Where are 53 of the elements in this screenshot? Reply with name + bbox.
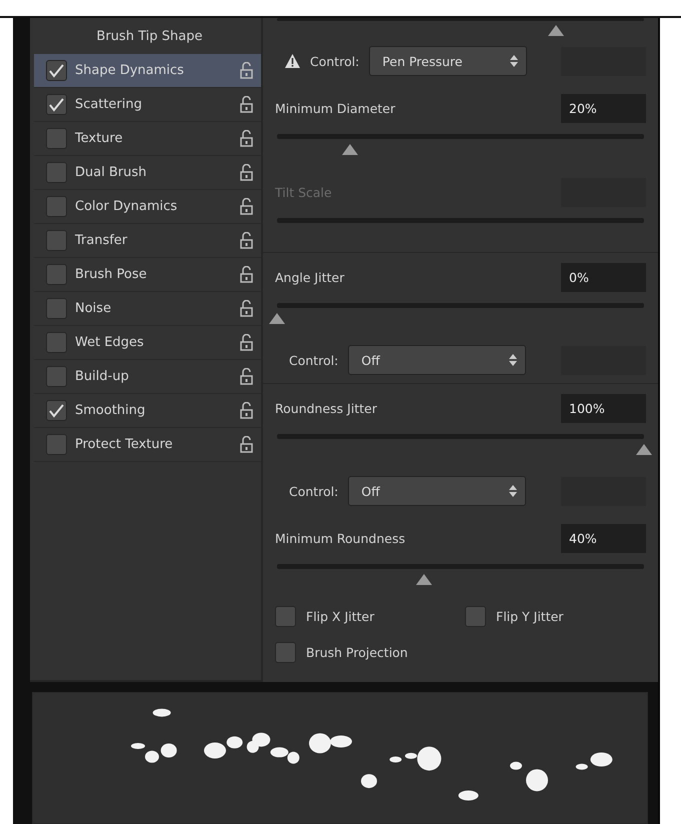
value-field[interactable]: 40% xyxy=(561,524,646,552)
checkbox[interactable] xyxy=(46,366,67,387)
control-label: Control: xyxy=(289,352,338,368)
unlocked-padlock-icon[interactable] xyxy=(240,232,253,249)
unlocked-padlock-icon[interactable] xyxy=(240,266,253,283)
checkbox[interactable] xyxy=(46,332,67,353)
unlocked-padlock-icon[interactable] xyxy=(240,436,253,453)
value-field[interactable]: 100% xyxy=(561,394,646,422)
checkbox-label[interactable]: Brush Projection xyxy=(306,644,408,660)
control-label: Control: xyxy=(310,54,360,68)
checkbox[interactable] xyxy=(46,196,67,217)
slider-label: Roundness Jitter xyxy=(275,400,377,416)
control-label: Control: xyxy=(289,484,338,498)
checkbox[interactable] xyxy=(46,94,67,115)
checkbox[interactable] xyxy=(46,400,67,421)
checkbox[interactable] xyxy=(46,60,67,81)
checkbox[interactable] xyxy=(275,642,296,662)
checkbox[interactable] xyxy=(46,162,67,183)
slider-label: Minimum Roundness xyxy=(275,530,406,546)
value-field[interactable]: 0% xyxy=(561,262,646,292)
unlocked-padlock-icon[interactable] xyxy=(240,334,253,351)
unlocked-padlock-icon[interactable] xyxy=(240,164,253,181)
unlocked-padlock-icon[interactable] xyxy=(240,62,253,79)
slider-label: Angle Jitter xyxy=(275,270,344,284)
up-down-arrows-icon xyxy=(509,485,518,497)
up-down-arrows-icon xyxy=(510,55,518,67)
control-dropdown[interactable]: Pen Pressure xyxy=(369,46,528,76)
slider-label: Tilt Scale xyxy=(275,184,332,200)
unlocked-padlock-icon[interactable] xyxy=(240,130,253,147)
section-header[interactable]: Brush Tip Shape xyxy=(96,29,202,44)
checkbox-label[interactable]: Flip X Jitter xyxy=(306,608,374,624)
unlocked-padlock-icon[interactable] xyxy=(240,368,253,385)
control-dropdown[interactable]: Off xyxy=(348,345,526,375)
checkbox[interactable] xyxy=(46,264,67,285)
unlocked-padlock-icon[interactable] xyxy=(240,300,253,317)
checkbox[interactable] xyxy=(46,434,67,455)
checkmark-icon xyxy=(49,64,64,78)
control-dropdown[interactable]: Off xyxy=(348,476,526,506)
checkbox[interactable] xyxy=(465,606,486,626)
checkbox[interactable] xyxy=(275,606,296,626)
checkbox[interactable] xyxy=(46,298,67,319)
checkbox-label[interactable]: Flip Y Jitter xyxy=(496,608,564,624)
unlocked-padlock-icon[interactable] xyxy=(240,198,253,215)
checkmark-icon xyxy=(49,98,64,112)
checkmark-icon xyxy=(49,404,64,418)
value-field[interactable]: 20% xyxy=(561,94,646,122)
unlocked-padlock-icon[interactable] xyxy=(240,402,253,419)
up-down-arrows-icon xyxy=(509,354,518,366)
checkbox[interactable] xyxy=(46,230,67,251)
slider-label: Minimum Diameter xyxy=(275,100,396,116)
checkbox[interactable] xyxy=(46,128,67,149)
brush-setting-item[interactable]: Shape Dynamics xyxy=(34,54,261,88)
unlocked-padlock-icon[interactable] xyxy=(240,96,253,113)
